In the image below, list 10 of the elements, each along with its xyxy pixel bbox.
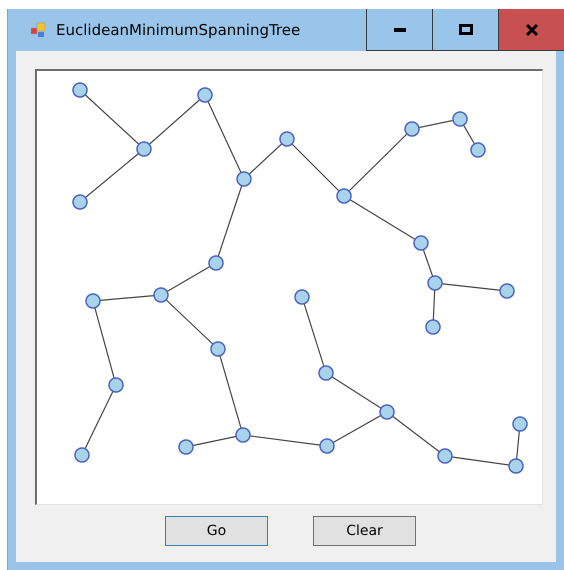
go-button[interactable]: Go bbox=[165, 516, 268, 546]
minimize-icon bbox=[394, 28, 406, 32]
close-button[interactable] bbox=[498, 9, 564, 51]
close-icon bbox=[526, 24, 538, 36]
maximize-icon bbox=[458, 24, 472, 35]
minimize-button[interactable] bbox=[366, 9, 432, 51]
app-icon bbox=[30, 22, 48, 38]
maximize-button[interactable] bbox=[432, 9, 498, 51]
window-title: EuclideanMinimumSpanningTree bbox=[56, 21, 302, 39]
clear-button[interactable]: Clear bbox=[313, 516, 416, 546]
